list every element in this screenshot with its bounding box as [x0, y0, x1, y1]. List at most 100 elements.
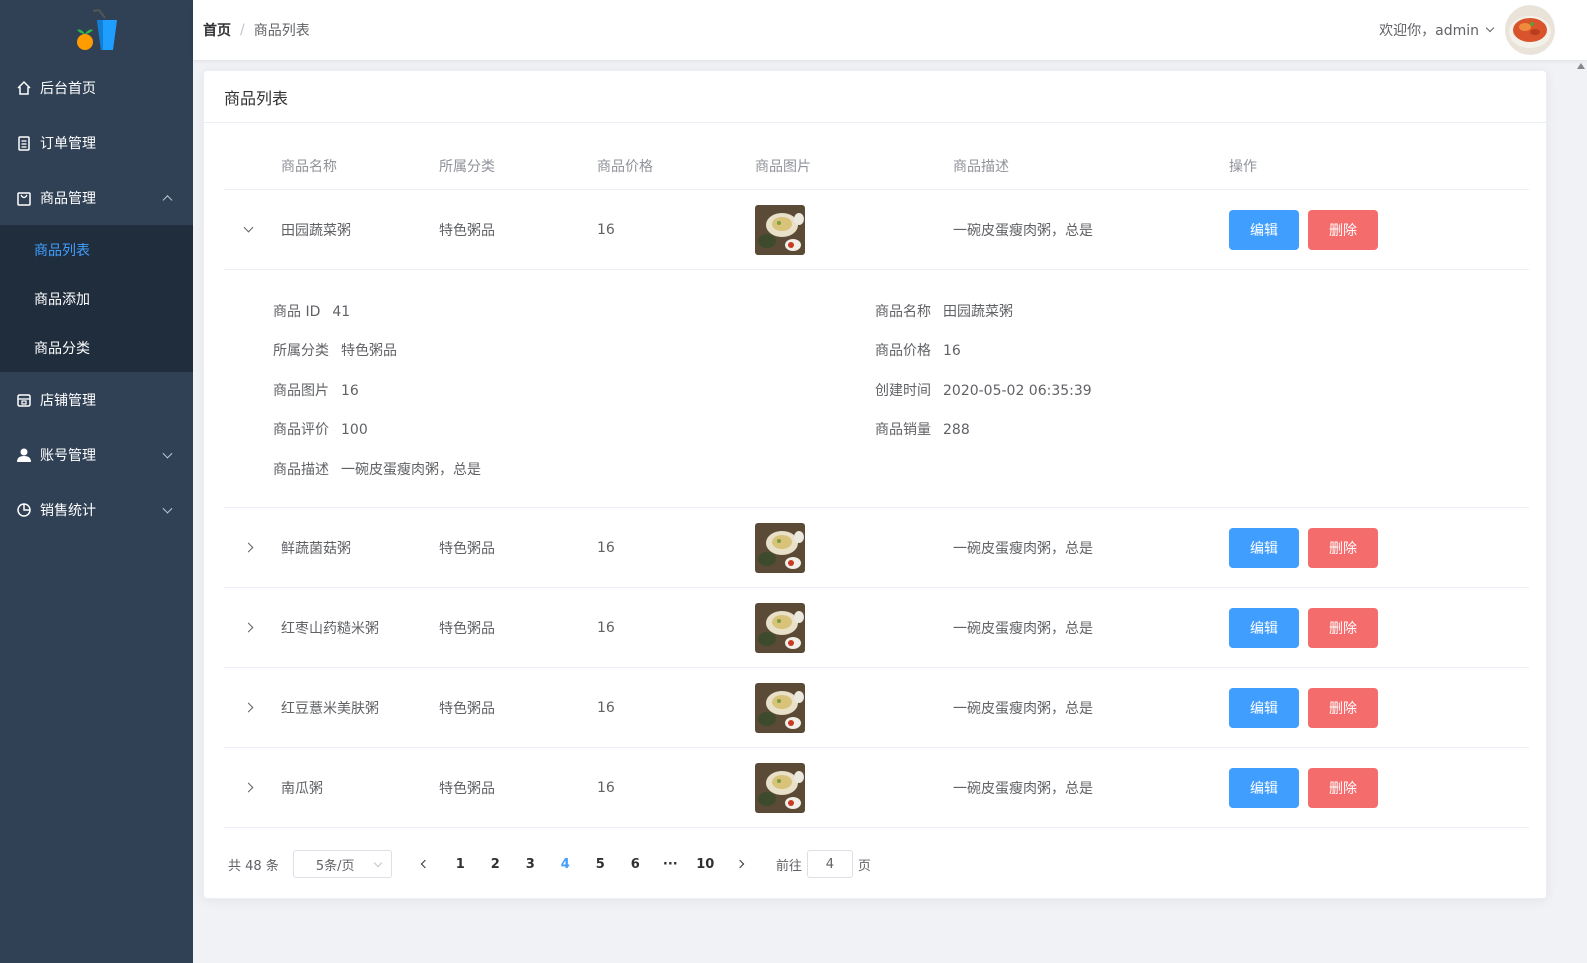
- chevron-right-icon[interactable]: [243, 702, 253, 713]
- home-icon: [16, 80, 32, 96]
- scroll-up-icon[interactable]: [1577, 63, 1585, 69]
- detail-value: 288: [943, 422, 970, 438]
- sidebar-item-label: 订单管理: [40, 135, 96, 152]
- chevron-right-icon: [736, 859, 745, 869]
- page-button[interactable]: 10: [688, 850, 723, 878]
- product-desc: 一碗皮蛋瘦肉粥，总是: [953, 222, 1093, 239]
- expand-toggle[interactable]: [238, 190, 258, 269]
- product-category: 特色粥品: [439, 780, 495, 797]
- product-desc: 一碗皮蛋瘦肉粥，总是: [953, 620, 1093, 637]
- column-header: 商品图片: [755, 159, 811, 175]
- avatar[interactable]: [1505, 5, 1555, 55]
- delete-button[interactable]: 删除: [1308, 607, 1378, 648]
- detail-name: 商品名称 田园蔬菜粥: [875, 301, 1013, 321]
- pie-chart-icon: [16, 502, 32, 518]
- edit-button[interactable]: 编辑: [1229, 209, 1299, 250]
- chevron-right-icon[interactable]: [243, 622, 253, 633]
- page-button[interactable]: 1: [443, 850, 478, 878]
- detail-label: 商品图片: [273, 383, 329, 399]
- chevron-right-icon[interactable]: [243, 782, 253, 793]
- detail-category: 所属分类 特色粥品: [273, 340, 397, 360]
- table-row: 南瓜粥 特色粥品 16 一碗皮蛋瘦肉粥，总是 编辑 删除: [224, 748, 1529, 828]
- logo-icon: [76, 9, 117, 50]
- sidebar-item-orders[interactable]: 订单管理: [0, 115, 193, 170]
- chevron-right-icon[interactable]: [243, 542, 253, 553]
- table-row: 红豆薏米美肤粥 特色粥品 16 一碗皮蛋瘦肉粥，总是 编辑 删除: [224, 668, 1529, 748]
- edit-button[interactable]: 编辑: [1229, 607, 1299, 648]
- edit-button[interactable]: 编辑: [1229, 767, 1299, 808]
- detail-desc: 商品描述 一碗皮蛋瘦肉粥，总是: [273, 459, 481, 479]
- sidebar-item-products[interactable]: 商品管理: [0, 170, 193, 225]
- sidebar-item-product-category[interactable]: 商品分类: [0, 323, 193, 372]
- page-button-current[interactable]: 4: [548, 850, 583, 878]
- product-price: 16: [597, 221, 615, 238]
- product-price: 16: [597, 539, 615, 556]
- more-pages-button[interactable]: ···: [653, 850, 688, 878]
- edit-button[interactable]: 编辑: [1229, 687, 1299, 728]
- breadcrumb: 首页 / 商品列表: [203, 0, 310, 60]
- detail-value: 特色粥品: [341, 343, 397, 359]
- detail-label: 商品价格: [875, 343, 931, 359]
- page-button[interactable]: 3: [513, 850, 548, 878]
- product-table: 商品名称 所属分类 商品价格 商品图片 商品描述 操作 田园蔬菜粥 特色粥品 1…: [224, 143, 1529, 828]
- detail-image: 商品图片 16: [273, 380, 359, 400]
- sidebar-item-dashboard[interactable]: 后台首页: [0, 60, 193, 115]
- sidebar-item-product-add[interactable]: 商品添加: [0, 274, 193, 323]
- card-title: 商品列表: [204, 71, 1546, 123]
- user-menu[interactable]: 欢迎你，admin: [1379, 0, 1555, 60]
- chevron-down-icon: [162, 448, 173, 459]
- page-size-select[interactable]: 5条/页: [292, 850, 392, 878]
- chevron-down-icon[interactable]: [1485, 23, 1495, 33]
- expand-toggle[interactable]: [238, 748, 258, 827]
- page-button[interactable]: 5: [583, 850, 618, 878]
- logo: [0, 0, 193, 60]
- page-button[interactable]: 2: [478, 850, 513, 878]
- user-icon: [16, 447, 32, 463]
- sidebar-item-product-list[interactable]: 商品列表: [0, 225, 193, 274]
- goto-page-input[interactable]: [806, 850, 853, 878]
- detail-price: 商品价格 16: [875, 340, 961, 360]
- pagination: 共 48 条 5条/页 1 2 3 4 5 6 ··· 10 前往 页: [228, 849, 871, 879]
- expand-toggle[interactable]: [238, 508, 258, 587]
- store-icon: [16, 392, 32, 408]
- breadcrumb-separator: /: [240, 22, 245, 38]
- chevron-down-icon: [162, 503, 173, 514]
- detail-label: 商品销量: [875, 422, 931, 438]
- product-category: 特色粥品: [439, 700, 495, 717]
- detail-label: 创建时间: [875, 383, 931, 399]
- delete-button[interactable]: 删除: [1308, 209, 1378, 250]
- goto-label: 前往: [775, 858, 802, 874]
- prev-page-button[interactable]: [408, 850, 443, 878]
- breadcrumb-home[interactable]: 首页: [203, 20, 231, 40]
- next-page-button[interactable]: [723, 850, 758, 878]
- detail-sales: 商品销量 288: [875, 419, 970, 439]
- table-row: 田园蔬菜粥 特色粥品 16 一碗皮蛋瘦肉粥，总是 编辑 删除: [224, 190, 1529, 270]
- detail-created: 创建时间 2020-05-02 06:35:39: [875, 380, 1092, 400]
- product-price: 16: [597, 619, 615, 636]
- table-row: 红枣山药糙米粥 特色粥品 16 一碗皮蛋瘦肉粥，总是 编辑 删除: [224, 588, 1529, 668]
- detail-value: 100: [341, 422, 368, 438]
- delete-button[interactable]: 删除: [1308, 527, 1378, 568]
- top-header: 首页 / 商品列表 欢迎你，admin: [193, 0, 1587, 60]
- detail-value: 田园蔬菜粥: [943, 304, 1013, 320]
- expand-toggle[interactable]: [238, 668, 258, 747]
- chevron-down-icon[interactable]: [243, 222, 253, 233]
- edit-button[interactable]: 编辑: [1229, 527, 1299, 568]
- expand-toggle[interactable]: [238, 588, 258, 667]
- breadcrumb-current: 商品列表: [253, 23, 310, 39]
- sidebar-item-label: 后台首页: [40, 80, 96, 97]
- product-desc: 一碗皮蛋瘦肉粥，总是: [953, 700, 1093, 717]
- welcome-text[interactable]: 欢迎你，admin: [1379, 20, 1479, 40]
- sidebar-item-sales-stats[interactable]: 销售统计: [0, 482, 193, 537]
- page-button[interactable]: 6: [618, 850, 653, 878]
- product-name: 南瓜粥: [281, 780, 323, 797]
- sidebar-item-label: 账号管理: [40, 447, 96, 464]
- product-name: 鲜蔬菌菇粥: [281, 540, 351, 557]
- delete-button[interactable]: 删除: [1308, 767, 1378, 808]
- sidebar-item-accounts[interactable]: 账号管理: [0, 427, 193, 482]
- delete-button[interactable]: 删除: [1308, 687, 1378, 728]
- sidebar-item-label: 商品管理: [40, 190, 96, 207]
- product-desc: 一碗皮蛋瘦肉粥，总是: [953, 540, 1093, 557]
- product-category: 特色粥品: [439, 620, 495, 637]
- sidebar-item-stores[interactable]: 店铺管理: [0, 372, 193, 427]
